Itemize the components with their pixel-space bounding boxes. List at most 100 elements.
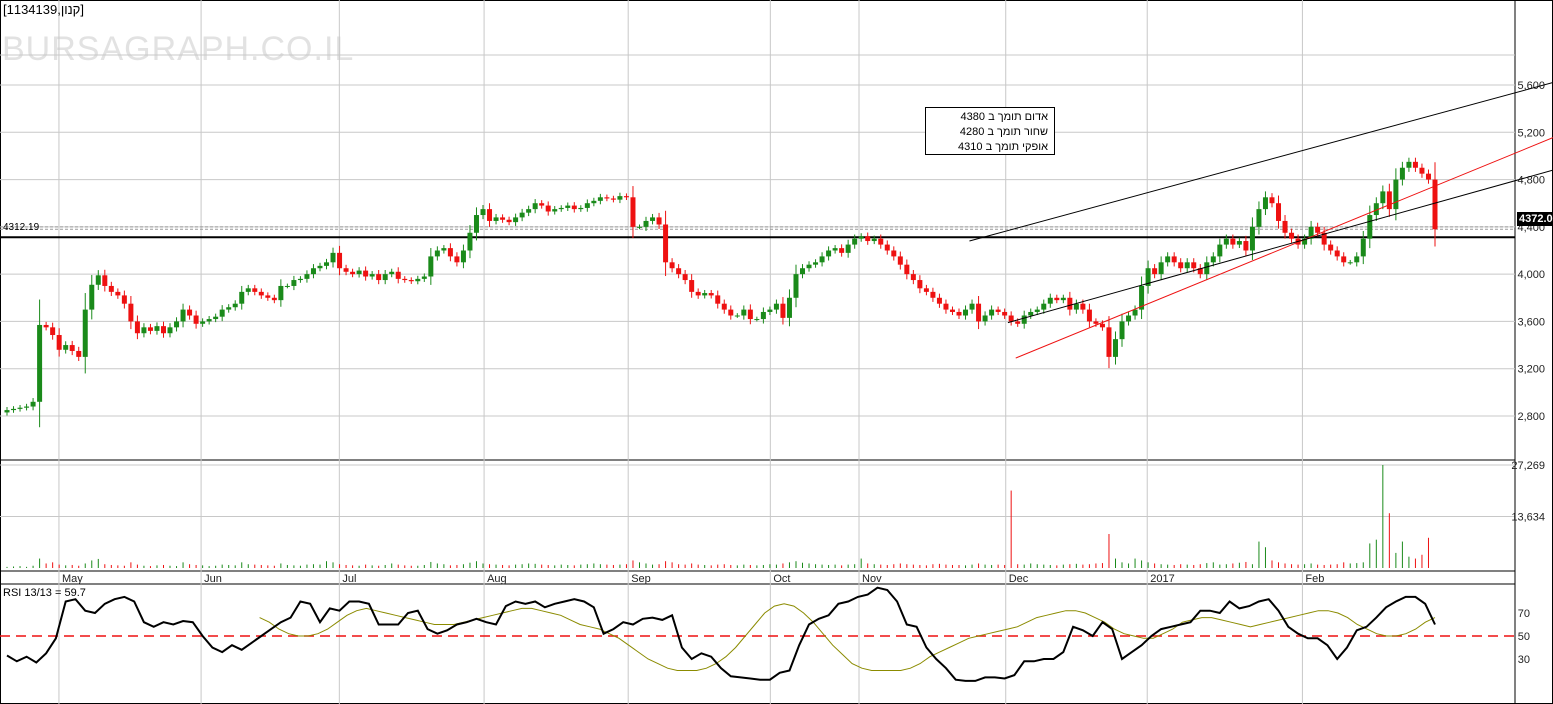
candle xyxy=(995,306,1001,316)
candle xyxy=(180,303,186,328)
candle xyxy=(1139,276,1145,320)
candle-body xyxy=(676,268,682,275)
month-label: Feb xyxy=(1305,573,1324,585)
candle xyxy=(519,208,525,222)
candle-body xyxy=(467,232,473,251)
candle xyxy=(923,284,929,296)
candle-body xyxy=(187,309,193,316)
candle-body xyxy=(930,291,936,298)
candle-body xyxy=(232,303,238,308)
candle-body xyxy=(610,198,616,200)
candle xyxy=(526,205,532,217)
candle-body xyxy=(884,244,890,251)
month-label: Oct xyxy=(773,573,790,585)
candle-body xyxy=(1230,238,1236,245)
candle xyxy=(800,264,806,279)
candle-body xyxy=(800,268,806,275)
candle-body xyxy=(910,274,916,281)
candle xyxy=(291,275,297,291)
candle-body xyxy=(760,311,766,320)
candle xyxy=(682,269,688,285)
candle-body xyxy=(1021,315,1027,324)
candle xyxy=(734,313,740,318)
price-tick-label: 3,200 xyxy=(1517,364,1545,376)
candle-body xyxy=(904,264,910,275)
candle-body xyxy=(30,401,36,407)
candle-body xyxy=(1262,197,1268,210)
candle xyxy=(395,267,401,284)
annotation-black: שחור תומך ב 4280 xyxy=(959,126,1048,138)
candle-body xyxy=(1152,268,1158,275)
month-label: Aug xyxy=(487,573,507,585)
candle-body xyxy=(428,256,434,277)
candle xyxy=(956,308,962,319)
candle xyxy=(663,210,669,277)
candle xyxy=(24,403,30,411)
candle-body xyxy=(1165,256,1171,263)
candle xyxy=(865,232,871,245)
candle xyxy=(356,267,362,278)
candle xyxy=(284,283,290,289)
candle xyxy=(76,346,82,362)
candle xyxy=(304,270,310,283)
candle xyxy=(793,264,799,308)
candle xyxy=(102,269,108,292)
candle xyxy=(467,225,473,259)
candle-body xyxy=(995,309,1001,312)
candle xyxy=(265,292,271,301)
candle-body xyxy=(11,408,17,411)
candle xyxy=(1399,161,1405,186)
candle-body xyxy=(1184,262,1190,269)
candle xyxy=(539,200,545,209)
candle xyxy=(891,246,897,261)
candle-body xyxy=(832,248,838,251)
month-label: Nov xyxy=(862,573,882,585)
candle xyxy=(949,306,955,316)
candle-body xyxy=(200,321,206,324)
month-label: May xyxy=(62,573,83,585)
candle-body xyxy=(806,264,812,269)
candle xyxy=(1152,264,1158,279)
price-tick-label: 3,600 xyxy=(1517,316,1545,328)
candle-body xyxy=(897,256,903,265)
candle-body xyxy=(539,203,545,206)
candle-body xyxy=(258,291,264,296)
candle-body xyxy=(37,324,43,402)
candle-body xyxy=(989,309,995,316)
candle-body xyxy=(1236,241,1242,245)
candle-body xyxy=(1289,232,1295,239)
candle-body xyxy=(1060,297,1066,301)
candle-body xyxy=(591,200,597,204)
candle-body xyxy=(734,315,740,317)
candle xyxy=(1217,238,1223,263)
candle xyxy=(558,205,564,212)
candle-body xyxy=(1341,256,1347,263)
candle xyxy=(115,288,121,299)
chart-canvas[interactable]: 2,8003,2003,6004,0004,4004,8005,2005,600… xyxy=(0,0,1553,704)
candle-body xyxy=(239,291,245,304)
candle xyxy=(806,261,812,272)
candle xyxy=(813,259,819,268)
candle xyxy=(1282,215,1288,239)
candle xyxy=(1360,230,1366,265)
candle-body xyxy=(1367,215,1373,239)
candle-body xyxy=(584,203,590,208)
candle xyxy=(826,246,832,261)
candle-body xyxy=(1093,321,1099,324)
price-tick-label: 4,000 xyxy=(1517,269,1545,281)
candle-body xyxy=(291,280,297,286)
candle-body xyxy=(1002,311,1008,316)
candle xyxy=(500,214,506,223)
candle-body xyxy=(141,327,147,334)
candle-body xyxy=(63,345,69,350)
candle xyxy=(1269,193,1275,208)
candle xyxy=(1145,260,1151,294)
candle xyxy=(1171,252,1177,267)
candle-body xyxy=(702,293,708,296)
candle xyxy=(460,244,466,269)
candle-body xyxy=(813,262,819,265)
candle-body xyxy=(265,295,271,298)
candle-body xyxy=(519,212,525,218)
candle xyxy=(121,290,127,309)
candle xyxy=(50,322,56,340)
